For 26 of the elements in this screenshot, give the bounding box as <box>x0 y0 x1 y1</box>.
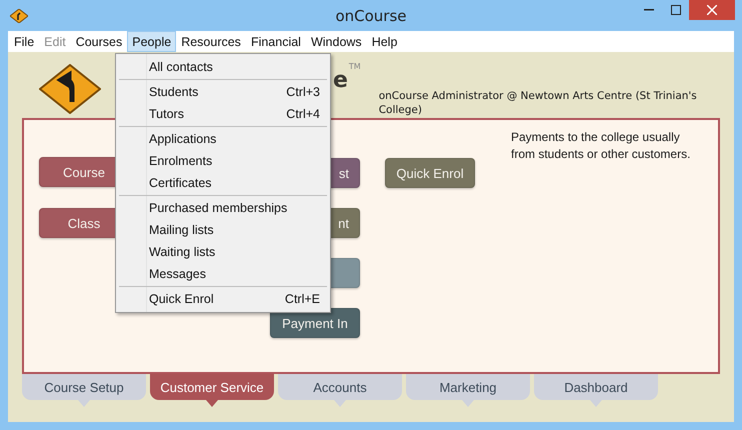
menu-item[interactable]: Help <box>366 31 402 52</box>
menu-item[interactable]: Windows <box>306 31 367 52</box>
menu-entry[interactable]: Applications <box>118 128 328 150</box>
logo-text: e <box>333 70 348 92</box>
menu-item[interactable]: File <box>9 31 40 52</box>
app-icon <box>10 8 28 22</box>
menu-item[interactable]: Financial <box>246 31 306 52</box>
menu-item[interactable]: Courses <box>70 31 128 52</box>
close-button[interactable] <box>689 0 735 20</box>
road-sign-icon <box>39 64 101 114</box>
description-text: Payments to the college usually from students or other customers. <box>511 129 692 163</box>
menu-entry[interactable]: Tutors Ctrl+4 <box>118 103 328 125</box>
menu-entry[interactable]: Students Ctrl+3 <box>118 81 328 103</box>
maximize-icon <box>670 5 680 15</box>
minimize-icon <box>644 9 654 11</box>
menu-entry[interactable]: Quick Enrol Ctrl+E <box>118 288 328 310</box>
menu-item[interactable]: People <box>127 31 176 52</box>
action-button[interactable]: Quick Enrol <box>385 158 475 188</box>
menu-entry[interactable]: Waiting lists <box>118 241 328 263</box>
trademark-text: TM <box>348 62 361 71</box>
close-icon <box>707 5 717 15</box>
user-info: onCourse Administrator @ Newtown Arts Centre (St Trinian's College) <box>378 89 698 117</box>
window-title: onCourse <box>334 6 408 24</box>
menu-entry[interactable]: All contacts <box>118 56 328 78</box>
menu-entry[interactable]: Messages <box>118 263 328 285</box>
menu-item[interactable]: Resources <box>176 31 246 52</box>
